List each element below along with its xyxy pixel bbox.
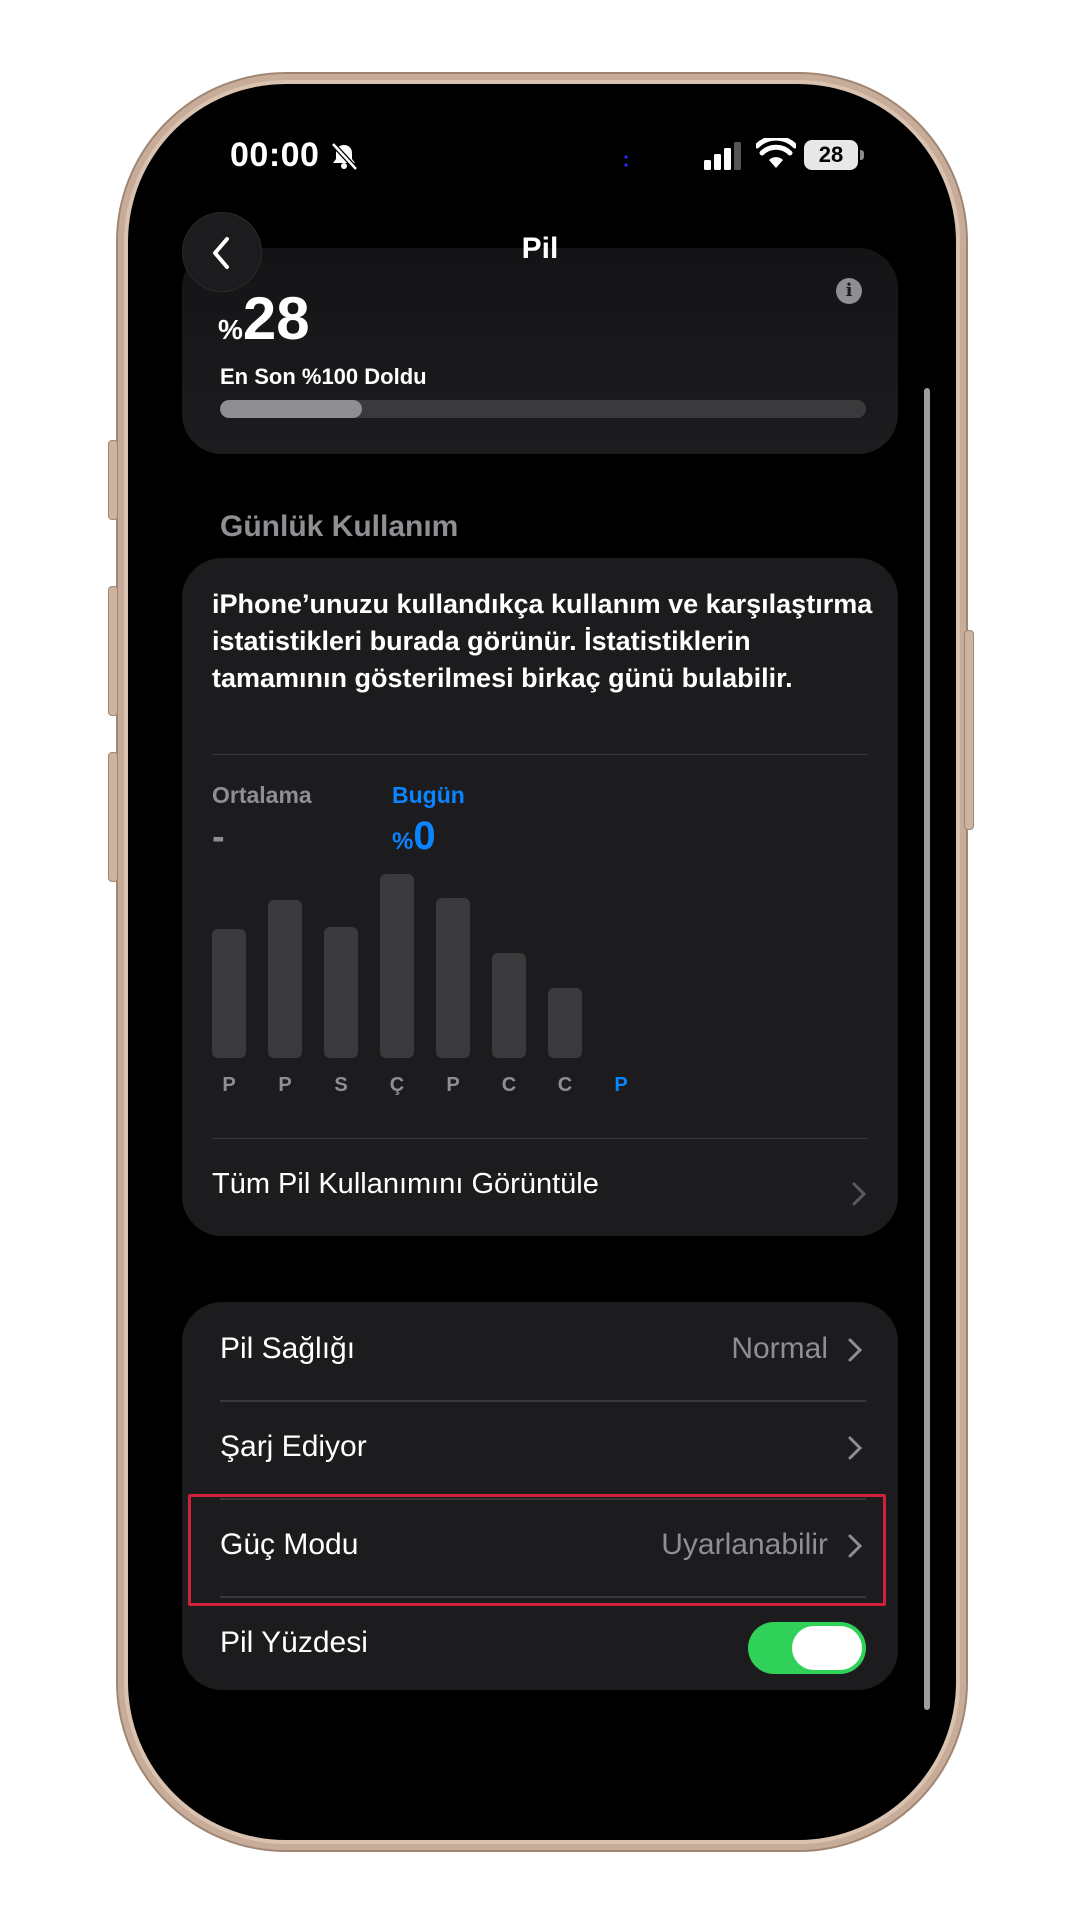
status-time: 00:00: [230, 136, 320, 174]
average-label: Ortalama: [212, 782, 312, 808]
today-percent-sign: %: [392, 828, 414, 855]
back-button[interactable]: [182, 212, 262, 292]
usage-bar: [436, 898, 470, 1058]
usage-bar: [548, 988, 582, 1058]
wifi-icon: [756, 138, 796, 168]
today-percent-value: 0: [413, 814, 436, 858]
average-value: -: [212, 816, 225, 858]
today-label: Bugün: [392, 782, 465, 808]
chevron-right-icon: [848, 1436, 862, 1460]
volume-up-button: [108, 586, 118, 716]
day-tick-label: C: [501, 1074, 517, 1096]
battery-percentage-toggle[interactable]: [748, 1622, 866, 1674]
row-battery-health[interactable]: Pil Sağlığı Normal: [182, 1302, 898, 1400]
usage-bar: [324, 927, 358, 1058]
usage-bar-chart: PPSÇPCCP: [212, 874, 672, 1118]
power-button: [964, 630, 974, 830]
day-tick-label: C: [557, 1074, 573, 1096]
day-tick-label: P: [278, 1074, 292, 1096]
charge-card: %28 i En Son %100 Doldu: [182, 248, 898, 454]
last-charged-label: En Son %100 Doldu: [220, 364, 427, 389]
info-icon[interactable]: i: [836, 278, 862, 304]
row-charging[interactable]: Şarj Ediyor: [182, 1400, 898, 1498]
charge-level-fill: [220, 400, 363, 418]
row-value: Normal: [731, 1332, 828, 1365]
usage-bar: [212, 929, 246, 1058]
usage-bar: [492, 953, 526, 1058]
row-label: Pil Yüzdesi: [220, 1626, 368, 1659]
view-all-usage-link[interactable]: Tüm Pil Kullanımını Görüntüle: [212, 1168, 599, 1201]
day-tick-label: P: [222, 1074, 236, 1096]
scrollbar[interactable]: [924, 388, 930, 1710]
percent-sign: %: [218, 314, 243, 345]
highlight-box: [188, 1494, 886, 1606]
camera-indicator-dots: [624, 155, 628, 167]
row-label: Şarj Ediyor: [220, 1430, 367, 1463]
battery-level: 28: [804, 140, 858, 170]
charge-level-bar: [220, 400, 866, 418]
day-tick-label: Ç: [389, 1074, 405, 1096]
chevron-left-icon: [213, 237, 229, 269]
day-tick-label: P: [446, 1074, 460, 1096]
divider: [212, 754, 868, 755]
usage-bar: [380, 874, 414, 1058]
charge-percent: %28: [218, 284, 310, 353]
bell-slash-icon: [331, 142, 358, 171]
percent-value: 28: [242, 285, 310, 352]
section-header-daily-usage: Günlük Kullanım: [220, 510, 459, 543]
row-label: Pil Sağlığı: [220, 1332, 356, 1365]
volume-down-button: [108, 752, 118, 882]
cellular-signal-icon: [704, 142, 741, 170]
usage-description: iPhone’unuzu kullandıkça kullanım ve kar…: [212, 589, 873, 693]
action-button: [108, 440, 118, 520]
usage-bar: [268, 900, 302, 1058]
toggle-knob: [792, 1626, 862, 1670]
battery-icon: 28: [804, 140, 864, 170]
page-title: Pil: [521, 232, 559, 265]
day-tick-label: P: [614, 1074, 628, 1096]
chevron-right-icon: [848, 1338, 862, 1362]
daily-usage-card: iPhone’unuzu kullandıkça kullanım ve kar…: [182, 558, 898, 1236]
divider: [212, 1138, 868, 1139]
chevron-right-icon: [852, 1182, 866, 1206]
day-tick-label: S: [334, 1074, 348, 1096]
today-value: %0: [392, 814, 436, 859]
battery-cap: [860, 150, 864, 160]
